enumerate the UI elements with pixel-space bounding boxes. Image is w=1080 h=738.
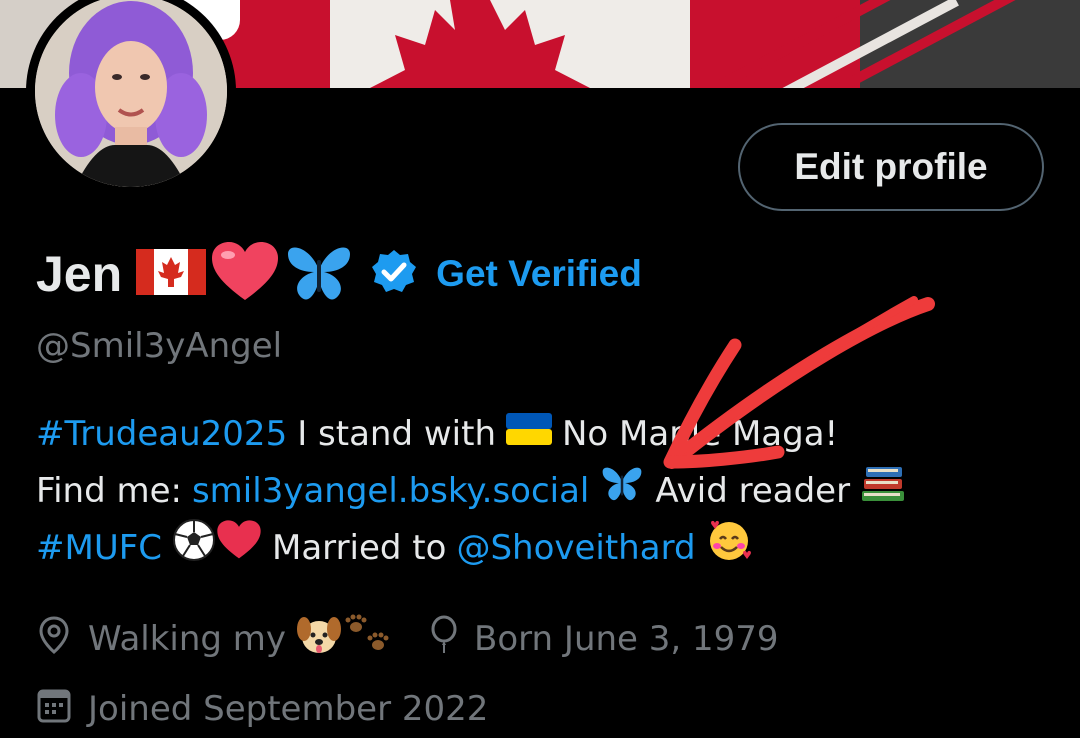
display-name: Jen <box>36 246 123 302</box>
paw-prints-icon <box>342 613 392 666</box>
banner-flag-white <box>330 0 690 88</box>
bio-line-2: Find me: smil3yangel.bsky.social Avid re… <box>36 463 1056 520</box>
birthday-text: Born June 3, 1979 <box>474 619 779 659</box>
bio-text: Married to <box>272 528 447 568</box>
red-heart-icon <box>210 240 280 308</box>
bio-text: Avid reader <box>655 471 851 511</box>
profile-handle: @Smil3yAngel <box>36 326 283 366</box>
verified-badge-icon[interactable] <box>370 248 418 300</box>
profile-avatar[interactable] <box>26 0 236 196</box>
ukraine-flag-icon <box>506 406 552 463</box>
profile-bio: #Trudeau2025 I stand with No Maple Maga!… <box>36 406 1056 577</box>
dog-face-icon <box>296 613 342 666</box>
mention-shoveithard[interactable]: @Shoveithard <box>456 520 695 577</box>
bio-text: No Maple Maga! <box>562 414 839 454</box>
bio-line-3: #MUFC Married to @Shoveithard <box>36 518 1056 580</box>
get-verified-link[interactable]: Get Verified <box>436 253 642 295</box>
bio-text: Find me: <box>36 471 182 511</box>
banner-flag-red-right <box>690 0 860 88</box>
avatar-photo <box>35 0 227 187</box>
edit-profile-button[interactable]: Edit profile <box>738 123 1044 211</box>
maple-leaf-icon <box>370 0 590 88</box>
butterfly-icon <box>599 463 645 521</box>
books-icon <box>860 463 906 521</box>
joined-text: Joined September 2022 <box>88 689 489 729</box>
butterfly-icon <box>284 240 354 308</box>
balloon-icon <box>428 615 460 664</box>
location-text: Walking my <box>88 619 287 659</box>
soccer-ball-icon <box>172 518 216 580</box>
red-heart-icon <box>216 519 262 579</box>
calendar-icon <box>36 685 72 734</box>
smiling-face-with-hearts-icon <box>706 517 752 581</box>
hashtag-mufc[interactable]: #MUFC <box>36 520 162 577</box>
hashtag-trudeau2025[interactable]: #Trudeau2025 <box>36 406 287 463</box>
bio-text: I stand with <box>297 414 496 454</box>
profile-joined-row: Joined September 2022 <box>36 680 488 738</box>
canada-flag-icon <box>136 249 207 299</box>
profile-name-row: Jen Get Verified <box>36 238 642 310</box>
profile-meta-row: Walking my Born June 3, 1979 <box>36 610 779 668</box>
location-pin-icon <box>36 615 72 664</box>
bio-line-1: #Trudeau2025 I stand with No Maple Maga! <box>36 406 1056 463</box>
bio-link-bsky[interactable]: smil3yangel.bsky.social <box>192 463 589 520</box>
